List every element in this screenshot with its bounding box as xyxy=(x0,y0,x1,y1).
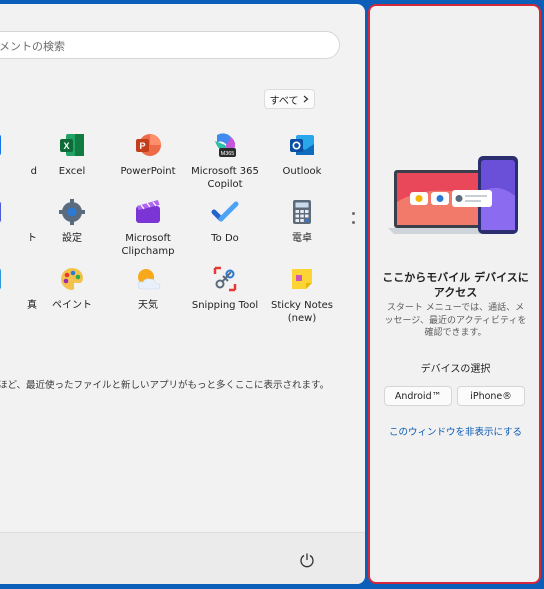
search-input[interactable]: メントの検索 xyxy=(0,31,340,59)
app-tile-outlook[interactable]: Outlook xyxy=(262,131,342,178)
app-tile-m365-copilot[interactable]: M365 Microsoft 365 Copilot xyxy=(185,131,265,191)
todo-check-icon xyxy=(211,198,239,226)
hide-window-link[interactable]: このウィンドウを非表示にする xyxy=(380,424,531,438)
iphone-button[interactable]: iPhone® xyxy=(457,386,525,406)
settings-gear-icon xyxy=(58,198,86,226)
app-label: 電卓 xyxy=(292,233,312,244)
partial-blue-app-icon xyxy=(0,131,19,159)
app-tile-sticky-notes[interactable]: Sticky Notes (new) xyxy=(262,265,342,325)
calculator-icon xyxy=(288,198,316,226)
app-tile-settings[interactable]: 設定 xyxy=(32,198,112,245)
start-menu-panel: メントの検索 すべて d X Excel P PowerPoint M365 M… xyxy=(0,4,365,584)
partial-store-app-icon xyxy=(0,198,19,226)
app-tile-clipchamp[interactable]: Microsoft Clipchamp xyxy=(108,198,188,258)
power-icon[interactable] xyxy=(299,552,315,568)
app-label: PowerPoint xyxy=(120,166,176,177)
app-label: Microsoft Clipchamp xyxy=(121,233,175,257)
app-label: ペイント xyxy=(52,300,92,311)
app-tile-weather[interactable]: 天気 xyxy=(108,265,188,312)
more-pages-indicator[interactable] xyxy=(350,212,356,228)
phone-link-panel: ここからモバイル デバイスにアクセス スタート メニューでは、通話、メッセージ、… xyxy=(368,4,541,584)
app-label: 天気 xyxy=(138,300,158,311)
app-tile-powerpoint[interactable]: P PowerPoint xyxy=(108,131,188,178)
app-label: 設定 xyxy=(62,233,82,244)
device-select-label: デバイスの選択 xyxy=(420,364,491,375)
all-apps-button[interactable]: すべて xyxy=(264,89,315,109)
m365-copilot-icon: M365 xyxy=(211,131,239,159)
phone-link-description: スタート メニューでは、通話、メッセージ、最近のアクティビティを確認できます。 xyxy=(384,303,527,338)
sticky-notes-icon xyxy=(288,265,316,293)
chevron-right-icon xyxy=(304,95,309,103)
svg-text:X: X xyxy=(63,141,69,151)
app-tile-todo[interactable]: To Do xyxy=(185,198,265,245)
app-label: To Do xyxy=(211,233,239,244)
recommended-empty-text: ほど、最近使ったファイルと新しいアプリがもっと多くここに表示されます。 xyxy=(0,380,330,391)
app-tile-snipping-tool[interactable]: Snipping Tool xyxy=(185,265,265,312)
app-label: Snipping Tool xyxy=(191,300,259,311)
m365-badge: M365 xyxy=(221,151,235,157)
app-label: Outlook xyxy=(282,166,322,177)
phone-link-title: ここからモバイル デバイスにアクセス xyxy=(382,271,529,299)
partial-photos-app-icon xyxy=(0,265,19,293)
outlook-icon xyxy=(288,131,316,159)
app-tile-paint[interactable]: ペイント xyxy=(32,265,112,312)
weather-icon xyxy=(134,265,162,293)
app-tile-calculator[interactable]: 電卓 xyxy=(262,198,342,245)
app-tile-excel[interactable]: X Excel xyxy=(32,131,112,178)
phone-link-illustration xyxy=(388,152,522,240)
excel-icon: X xyxy=(58,131,86,159)
all-apps-label: すべて xyxy=(269,95,299,107)
android-button[interactable]: Android™ xyxy=(384,386,452,406)
start-bottom-bar xyxy=(0,532,365,584)
snipping-tool-icon xyxy=(211,265,239,293)
powerpoint-icon: P xyxy=(134,131,162,159)
svg-text:P: P xyxy=(139,141,145,151)
app-label: Microsoft 365 Copilot xyxy=(191,166,259,190)
app-label: Excel xyxy=(58,166,86,177)
app-label: Sticky Notes (new) xyxy=(271,300,333,324)
paint-palette-icon xyxy=(58,265,86,293)
clipchamp-icon xyxy=(134,198,162,226)
search-placeholder: メントの検索 xyxy=(0,40,65,53)
